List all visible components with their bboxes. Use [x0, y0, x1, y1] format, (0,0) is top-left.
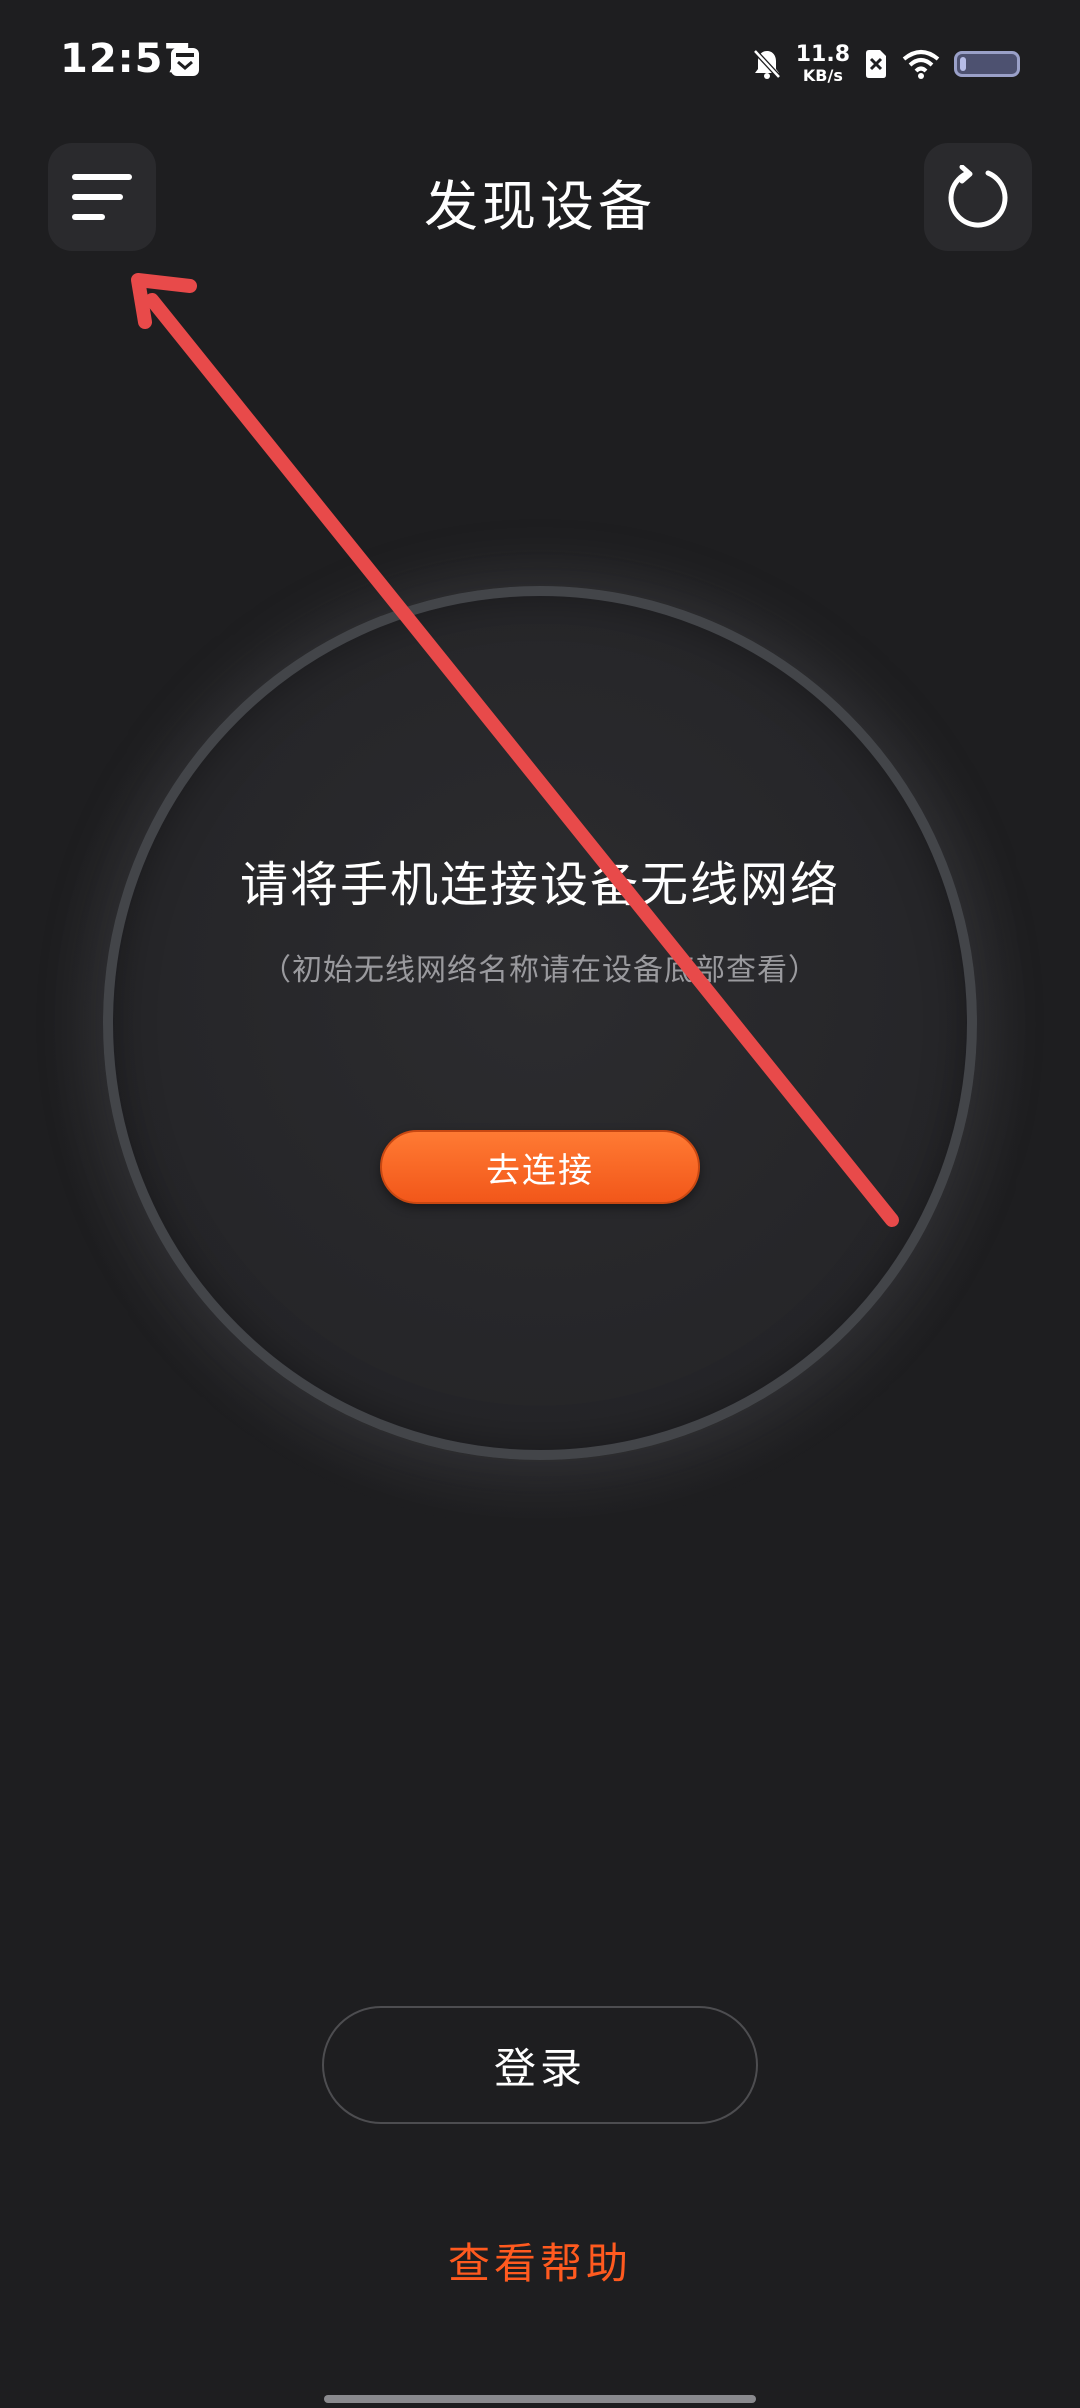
- sim-off-icon: [866, 50, 886, 78]
- refresh-icon: [948, 165, 1008, 228]
- status-bar: 12:57 11.8 KB/s: [0, 0, 1080, 130]
- battery-level: [960, 57, 966, 71]
- login-button[interactable]: 登录: [322, 2006, 758, 2124]
- battery-icon: [954, 51, 1020, 77]
- page-title: 发现设备: [424, 175, 656, 238]
- help-link[interactable]: 查看帮助: [0, 2230, 1080, 2291]
- connect-instruction-title: 请将手机连接设备无线网络: [239, 857, 840, 913]
- bell-muted-icon: [752, 49, 781, 79]
- network-speed-value: 11.8: [795, 42, 850, 67]
- connect-panel-circle: [103, 586, 977, 1460]
- home-indicator[interactable]: [324, 2395, 756, 2403]
- connect-instruction-subtitle: （初始无线网络名称请在设备底部查看）: [261, 953, 819, 988]
- calendar-icon: [171, 48, 199, 76]
- connect-button[interactable]: 去连接: [380, 1130, 700, 1204]
- wifi-icon: [902, 50, 940, 79]
- status-icons: 11.8 KB/s: [752, 40, 1020, 88]
- network-speed-unit: KB/s: [802, 66, 843, 85]
- network-speed: 11.8 KB/s: [796, 44, 850, 84]
- refresh-button[interactable]: [924, 143, 1032, 251]
